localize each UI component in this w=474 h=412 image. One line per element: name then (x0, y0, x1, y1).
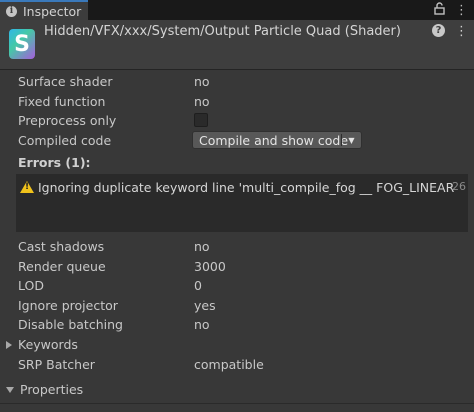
label-lod: LOD (18, 278, 44, 293)
value-surface-shader: no (194, 74, 210, 89)
errors-heading: Errors (1): (18, 155, 91, 170)
value-render-queue: 3000 (194, 259, 226, 274)
label-srp-batcher: SRP Batcher (18, 357, 95, 372)
dropdown-arrow-icon[interactable]: ▼ (342, 136, 361, 145)
value-srp-batcher: compatible (194, 357, 264, 372)
divider (0, 403, 474, 404)
label-cast-shadows: Cast shadows (18, 239, 105, 254)
header-actions: ? ⋮ (432, 24, 468, 39)
properties-foldout[interactable]: Properties (6, 381, 83, 399)
error-item[interactable]: Ignoring duplicate keyword line 'multi_c… (20, 178, 454, 196)
value-fixed-function: no (194, 94, 210, 109)
error-message: Ignoring duplicate keyword line 'multi_c… (38, 179, 454, 195)
preprocess-only-checkbox[interactable] (194, 113, 208, 127)
help-icon[interactable]: ? (432, 24, 445, 37)
value-lod: 0 (194, 278, 202, 293)
keywords-label: Keywords (18, 337, 78, 352)
collapse-arrow-icon (6, 387, 14, 393)
header-title: Hidden/VFX/xxx/System/Output Particle Qu… (44, 24, 401, 39)
label-ignore-projector: Ignore projector (18, 298, 118, 313)
label-preprocess-only: Preprocess only (18, 113, 117, 128)
kebab-menu-icon[interactable]: ⋮ (455, 3, 468, 18)
tab-bar: i Inspector ⋮ (0, 0, 474, 20)
properties-label: Properties (20, 382, 84, 397)
compile-show-code-button[interactable]: Compile and show code ▼ (192, 131, 362, 149)
label-render-queue: Render queue (18, 259, 106, 274)
value-ignore-projector: yes (194, 298, 216, 313)
info-icon: i (6, 5, 17, 17)
label-surface-shader: Surface shader (18, 74, 113, 89)
keywords-foldout[interactable]: Keywords (6, 336, 78, 354)
expand-arrow-icon (6, 341, 12, 349)
label-fixed-function: Fixed function (18, 94, 106, 109)
shader-logo-icon: S (9, 29, 35, 59)
lock-icon[interactable] (434, 1, 445, 19)
errors-list[interactable]: Ignoring duplicate keyword line 'multi_c… (16, 174, 468, 232)
tab-label: Inspector (23, 3, 82, 19)
tab-inspector[interactable]: i Inspector (0, 0, 88, 20)
warning-icon (20, 181, 34, 193)
tab-actions: ⋮ (434, 1, 468, 19)
settings-menu-icon[interactable]: ⋮ (455, 24, 468, 39)
error-line-number: 26 (452, 180, 466, 193)
value-cast-shadows: no (194, 239, 210, 254)
compile-button-label: Compile and show code (199, 132, 349, 148)
label-compiled-code: Compiled code (18, 133, 112, 148)
label-disable-batching: Disable batching (18, 317, 123, 332)
value-disable-batching: no (194, 317, 210, 332)
